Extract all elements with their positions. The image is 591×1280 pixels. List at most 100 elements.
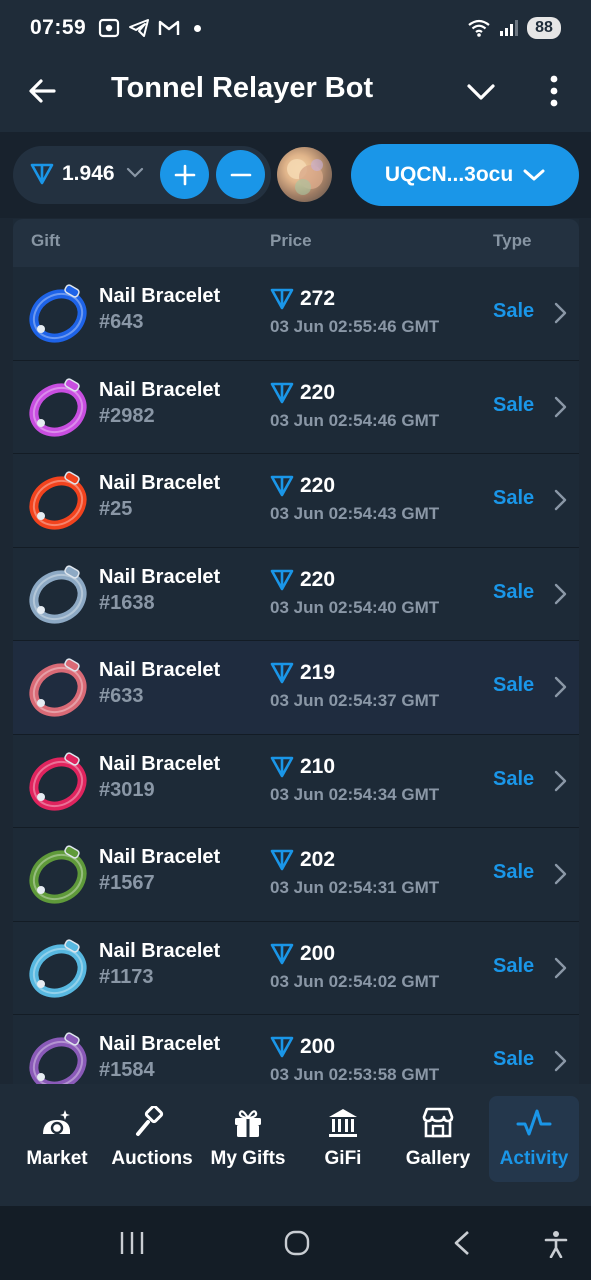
- activity-icon: [516, 1109, 552, 1136]
- sale-date: 03 Jun 02:54:02 GMT: [270, 971, 440, 991]
- price-value: 272: [300, 287, 336, 310]
- recents-icon[interactable]: [118, 1230, 146, 1256]
- nail-bracelet-image: [29, 938, 87, 998]
- column-header-gift: Gift: [31, 231, 61, 250]
- bottom-nav: Market Auctions My Gifts GiFi Gallery Ac…: [0, 1084, 591, 1206]
- wallet-address: UQCN...3ocu: [384, 163, 514, 186]
- activity-list[interactable]: Gift Price Type Nail Bracelet #643 272 03 J…: [13, 219, 579, 1084]
- type-label: Sale: [493, 300, 535, 322]
- gift-number: #643: [99, 311, 144, 333]
- status-system-icons: 88: [467, 17, 561, 39]
- table-row[interactable]: Nail Bracelet #1173 200 03 Jun 02:54:02 GMT…: [13, 921, 579, 1015]
- nail-bracelet-image: [29, 471, 87, 530]
- price-value: 202: [300, 848, 336, 871]
- nav-my-gifts[interactable]: My Gifts: [202, 1096, 294, 1182]
- ton-icon: [30, 163, 54, 185]
- table-row[interactable]: Nail Bracelet #2982 220 03 Jun 02:54:46 GMT…: [13, 360, 579, 454]
- type-label: Sale: [493, 580, 535, 603]
- ton-icon: [270, 475, 294, 497]
- gift-name: Nail Bracelet: [99, 659, 221, 681]
- price-value: 210: [300, 754, 336, 778]
- nav-label: My Gifts: [210, 1148, 286, 1169]
- nail-bracelet-image: [29, 658, 87, 717]
- type-label: Sale: [493, 954, 535, 977]
- nav-gifi[interactable]: GiFi: [303, 1096, 383, 1182]
- gift-icon: [235, 1110, 261, 1137]
- home-icon[interactable]: [283, 1230, 311, 1256]
- sale-date: 03 Jun 02:55:46 GMT: [270, 317, 440, 336]
- sale-date: 03 Jun 02:54:40 GMT: [270, 597, 440, 617]
- chevron-right-icon: [554, 396, 567, 417]
- gift-number: #1567: [99, 872, 155, 894]
- type-label: Sale: [493, 487, 535, 509]
- back-arrow-icon[interactable]: [26, 74, 60, 108]
- column-header-price: Price: [270, 231, 312, 250]
- nav-gallery[interactable]: Gallery: [396, 1096, 480, 1182]
- chevron-right-icon: [554, 863, 567, 885]
- back-icon[interactable]: [450, 1230, 474, 1256]
- nail-bracelet-image: [29, 1032, 87, 1084]
- gift-number: #1584: [99, 1059, 155, 1081]
- ton-icon: [270, 569, 294, 590]
- type-label: Sale: [493, 393, 535, 416]
- table-body: Nail Bracelet #643 272 03 Jun 02:55:46 GMT S…: [13, 267, 579, 1084]
- sale-date: 03 Jun 02:54:46 GMT: [270, 410, 440, 430]
- deposit-button[interactable]: [160, 150, 209, 199]
- ton-icon: [270, 756, 294, 777]
- nav-label: Market: [26, 1148, 88, 1169]
- gift-number: #1173: [99, 965, 154, 988]
- chevron-right-icon: [554, 676, 567, 698]
- table-row[interactable]: Nail Bracelet #3019 210 03 Jun 02:54:34 GMT…: [13, 734, 579, 828]
- page-title: Tonnel Relayer Bot: [111, 72, 374, 104]
- gift-name: Nail Bracelet: [99, 939, 221, 962]
- gift-name: Nail Bracelet: [99, 565, 221, 588]
- table-row[interactable]: Nail Bracelet #1584 200 03 Jun 02:53:58 GMT…: [13, 1015, 579, 1084]
- nav-activity[interactable]: Activity: [489, 1096, 579, 1182]
- signal-icon: [500, 20, 518, 36]
- table-row[interactable]: Nail Bracelet #1567 202 03 Jun 02:54:31 GMT…: [13, 828, 579, 922]
- ton-icon: [270, 662, 294, 684]
- type-label: Sale: [493, 674, 535, 696]
- wallet-address-button[interactable]: UQCN...3ocu: [351, 144, 579, 206]
- price-value: 200: [300, 1035, 336, 1058]
- nail-bracelet-image: [29, 751, 87, 811]
- more-vertical-icon[interactable]: [540, 72, 568, 110]
- price-value: 220: [300, 380, 336, 404]
- avatar[interactable]: [277, 147, 332, 202]
- withdraw-button[interactable]: [216, 150, 265, 199]
- chevron-down-icon[interactable]: [126, 166, 144, 180]
- nav-market[interactable]: Market: [14, 1096, 100, 1182]
- nav-label: Gallery: [405, 1148, 471, 1169]
- gift-number: #3019: [99, 778, 155, 801]
- screenshot-icon: [99, 18, 120, 38]
- nav-label: Activity: [499, 1148, 569, 1169]
- telegram-icon: [129, 19, 150, 37]
- status-time: 07:59: [30, 16, 87, 39]
- battery-icon: 88: [527, 17, 561, 39]
- system-nav: [0, 1206, 591, 1280]
- gift-name: Nail Bracelet: [99, 752, 221, 775]
- chevron-right-icon: [554, 1050, 567, 1072]
- gmail-icon: [159, 20, 180, 35]
- chevron-right-icon: [554, 489, 567, 511]
- type-label: Sale: [493, 861, 535, 883]
- table-header: Gift Price Type: [13, 219, 579, 267]
- minus-icon: [230, 173, 251, 176]
- price-value: 219: [300, 661, 336, 684]
- nav-label: Auctions: [111, 1148, 193, 1169]
- chevron-right-icon: [554, 957, 567, 978]
- table-row[interactable]: Nail Bracelet #25 220 03 Jun 02:54:43 GMT Sa…: [13, 454, 579, 548]
- chevron-right-icon: [554, 302, 567, 324]
- gift-name: Nail Bracelet: [99, 378, 221, 401]
- wifi-icon: [468, 19, 490, 37]
- chevron-down-icon[interactable]: [464, 74, 498, 108]
- price-value: 200: [300, 941, 336, 965]
- nail-bracelet-image: [29, 564, 87, 624]
- table-row[interactable]: Nail Bracelet #643 272 03 Jun 02:55:46 GMT S…: [13, 267, 579, 361]
- gift-name: Nail Bracelet: [99, 846, 221, 868]
- nav-auctions[interactable]: Auctions: [106, 1096, 198, 1182]
- price-value: 220: [300, 567, 336, 591]
- accessibility-icon[interactable]: [543, 1230, 569, 1258]
- table-row[interactable]: Nail Bracelet #633 219 03 Jun 02:54:37 GMT S…: [13, 641, 579, 735]
- table-row[interactable]: Nail Bracelet #1638 220 03 Jun 02:54:40 GMT…: [13, 547, 579, 641]
